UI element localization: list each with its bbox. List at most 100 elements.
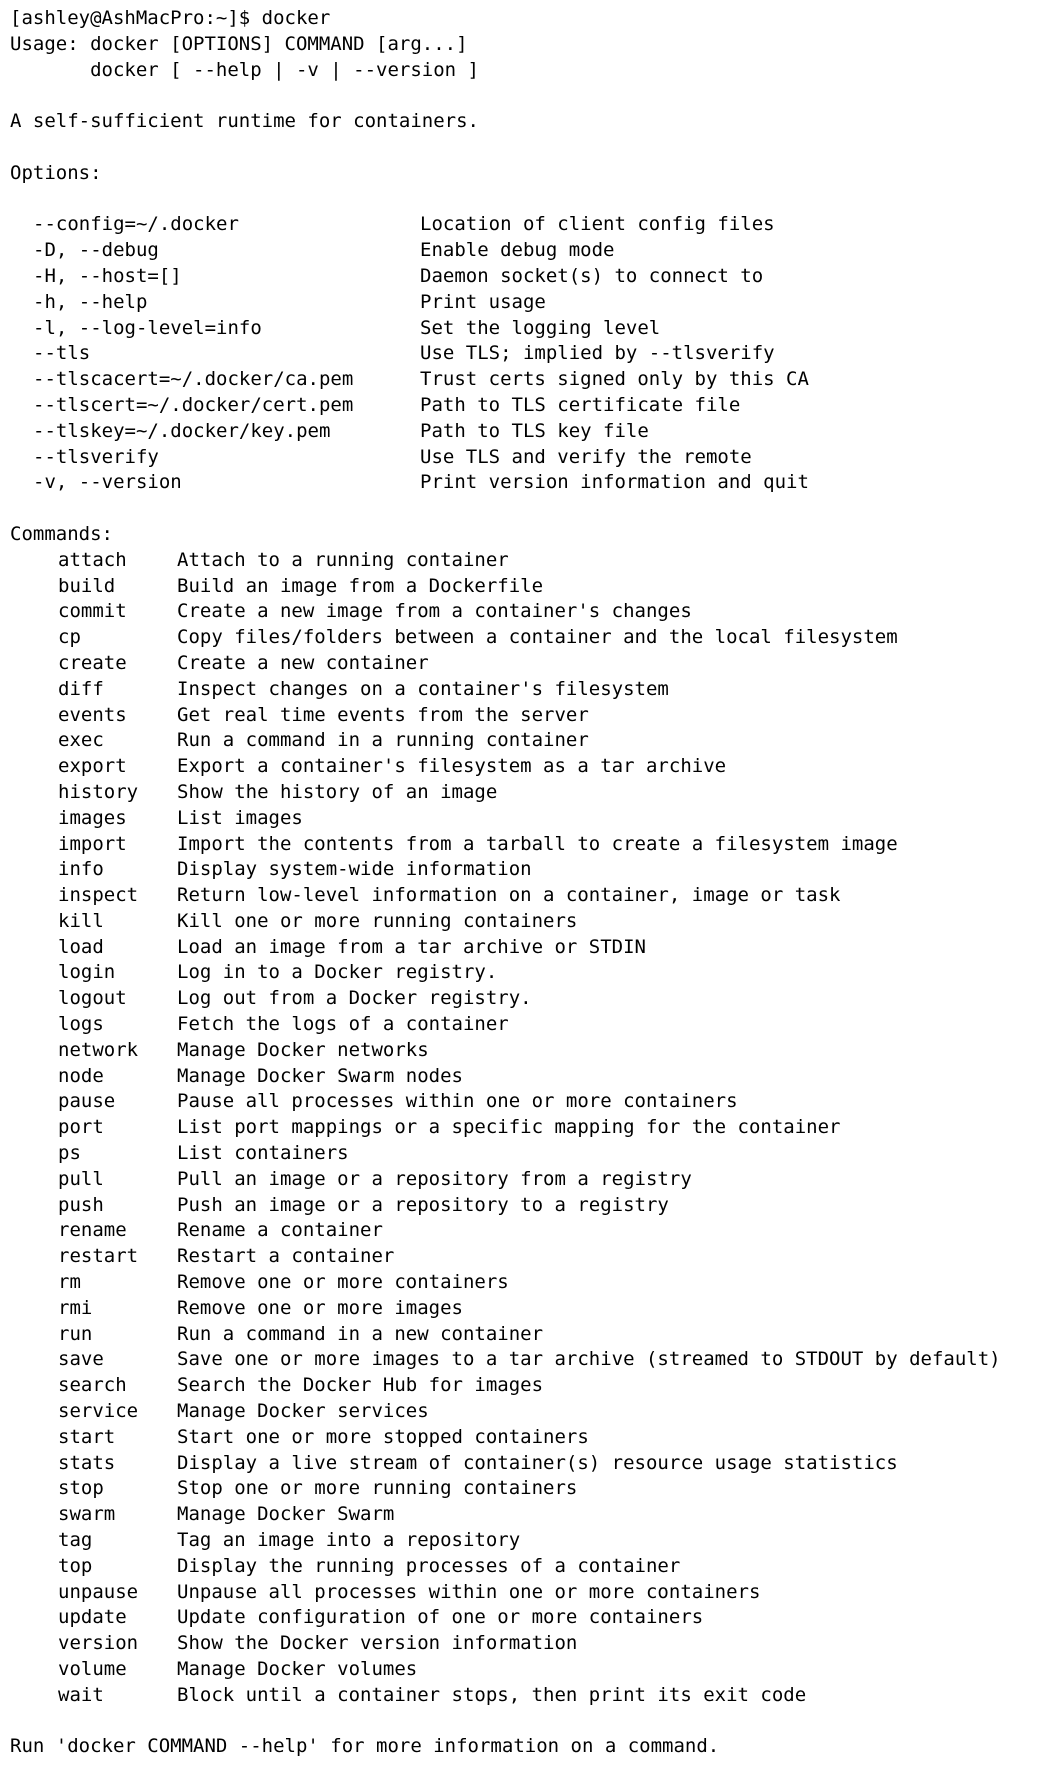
command-desc: Return low-level information on a contai…	[177, 884, 841, 907]
command-desc: Manage Docker Swarm nodes	[177, 1064, 463, 1087]
option-desc: Print version information and quit	[420, 471, 809, 494]
commands-heading: Commands:	[10, 522, 113, 545]
option-desc: Path to TLS certificate file	[420, 393, 741, 416]
option-flag: -D, --debug	[33, 239, 159, 262]
command-desc: Unpause all processes within one or more…	[177, 1580, 761, 1603]
option-row: --config=~/.docker Location of client con…	[10, 212, 1052, 238]
command-name: load	[58, 935, 104, 958]
command-desc: Display the running processes of a conta…	[177, 1554, 681, 1577]
option-flag: --tlscacert=~/.docker/ca.pem	[33, 368, 354, 391]
option-desc: Use TLS; implied by --tlsverify	[420, 342, 775, 365]
command-row: login Log in to a Docker registry.	[10, 960, 1052, 986]
command-name: network	[58, 1038, 139, 1061]
option-row: --tlscert=~/.docker/cert.pem Path to TLS …	[10, 393, 1052, 419]
command-row: rename Rename a container	[10, 1218, 1052, 1244]
option-flag: --tlsverify	[33, 445, 159, 468]
command-desc: Rename a container	[177, 1219, 383, 1242]
command-row: swarm Manage Docker Swarm	[10, 1502, 1052, 1528]
command-desc: Tag an image into a repository	[177, 1529, 521, 1552]
command-desc: Block until a container stops, then prin…	[177, 1683, 807, 1706]
command-row: save Save one or more images to a tar arc…	[10, 1347, 1052, 1373]
prompt-line: [ashley@AshMacPro:~]$ docker	[10, 7, 331, 29]
command-name: unpause	[58, 1580, 139, 1603]
command-row: create Create a new container	[10, 651, 1052, 677]
command-row: logout Log out from a Docker registry.	[10, 986, 1052, 1012]
command-row: top Display the running processes of a co…	[10, 1554, 1052, 1580]
command-desc: Create a new container	[177, 651, 429, 674]
command-row: build Build an image from a Dockerfile	[10, 574, 1052, 600]
command-name: import	[58, 832, 127, 855]
command-name: search	[58, 1374, 127, 1397]
command-desc: Pull an image or a repository from a reg…	[177, 1167, 692, 1190]
command-name: port	[58, 1116, 104, 1139]
command-desc: Attach to a running container	[177, 548, 509, 571]
command-row: version Show the Docker version informati…	[10, 1631, 1052, 1657]
command-row: node Manage Docker Swarm nodes	[10, 1064, 1052, 1090]
command-row: export Export a container's filesystem as…	[10, 754, 1052, 780]
command-name: logout	[58, 987, 127, 1010]
command-row: volume Manage Docker volumes	[10, 1657, 1052, 1683]
option-row: -v, --version Print version information a…	[10, 470, 1052, 496]
command-name: commit	[58, 600, 127, 623]
command-name: events	[58, 703, 127, 726]
terminal-output[interactable]: [ashley@AshMacPro:~]$ docker Usage: dock…	[0, 0, 1052, 1780]
command-row: update Update configuration of one or mor…	[10, 1605, 1052, 1631]
command-desc: Save one or more images to a tar archive…	[177, 1348, 1001, 1371]
option-desc: Location of client config files	[420, 213, 775, 236]
command-name: node	[58, 1064, 104, 1087]
command-name: pause	[58, 1090, 116, 1113]
command-desc: Start one or more stopped containers	[177, 1425, 589, 1448]
command-row: restart Restart a container	[10, 1244, 1052, 1270]
command-row: kill Kill one or more running containers	[10, 909, 1052, 935]
command-row: cp Copy files/folders between a container…	[10, 625, 1052, 651]
usage-alt-line: docker [ --help | -v | --version ]	[10, 58, 479, 81]
options-heading: Options:	[10, 161, 102, 184]
command-desc: Export a container's filesystem as a tar…	[177, 755, 727, 778]
command-desc: Manage Docker volumes	[177, 1658, 418, 1680]
command-name: pull	[58, 1167, 104, 1190]
command-row: history Show the history of an image	[10, 780, 1052, 806]
command-desc: Manage Docker Swarm	[177, 1503, 395, 1526]
command-name: swarm	[58, 1503, 116, 1526]
command-row: inspect Return low-level information on a…	[10, 883, 1052, 909]
command-desc: Kill one or more running containers	[177, 909, 578, 932]
command-name: create	[58, 651, 127, 674]
command-desc: Manage Docker networks	[177, 1038, 429, 1061]
command-row: pause Pause all processes within one or m…	[10, 1089, 1052, 1115]
command-desc: Log in to a Docker registry.	[177, 961, 498, 984]
command-desc: Display a live stream of container(s) re…	[177, 1451, 898, 1474]
command-desc: List containers	[177, 1142, 349, 1165]
command-row: images List images	[10, 806, 1052, 832]
command-name: kill	[58, 909, 104, 932]
command-name: top	[58, 1554, 93, 1577]
command-desc: Log out from a Docker registry.	[177, 987, 532, 1010]
command-row: service Manage Docker services	[10, 1399, 1052, 1425]
command-name: restart	[58, 1245, 139, 1268]
option-desc: Use TLS and verify the remote	[420, 445, 752, 468]
command-name: history	[58, 780, 139, 803]
option-row: -D, --debug Enable debug mode	[10, 238, 1052, 264]
tagline: A self-sufficient runtime for containers…	[10, 110, 479, 133]
command-desc: Load an image from a tar archive or STDI…	[177, 935, 646, 958]
command-row: import Import the contents from a tarball…	[10, 832, 1052, 858]
command-row: run Run a command in a new container	[10, 1322, 1052, 1348]
option-row: -h, --help Print usage	[10, 290, 1052, 316]
option-desc: Print usage	[420, 290, 546, 313]
command-name: stats	[58, 1451, 116, 1474]
command-row: push Push an image or a repository to a r…	[10, 1193, 1052, 1219]
option-row: -H, --host=[] Daemon socket(s) to connect…	[10, 264, 1052, 290]
command-desc: List images	[177, 806, 303, 829]
command-desc: Import the contents from a tarball to cr…	[177, 832, 898, 855]
command-row: pull Pull an image or a repository from a…	[10, 1167, 1052, 1193]
command-row: stop Stop one or more running containers	[10, 1476, 1052, 1502]
help-hint: Run 'docker COMMAND --help' for more inf…	[10, 1735, 720, 1758]
option-desc: Trust certs signed only by this CA	[420, 368, 809, 391]
option-desc: Daemon socket(s) to connect to	[420, 264, 764, 287]
command-name: info	[58, 858, 104, 881]
command-name: volume	[58, 1658, 127, 1680]
command-name: service	[58, 1400, 139, 1423]
